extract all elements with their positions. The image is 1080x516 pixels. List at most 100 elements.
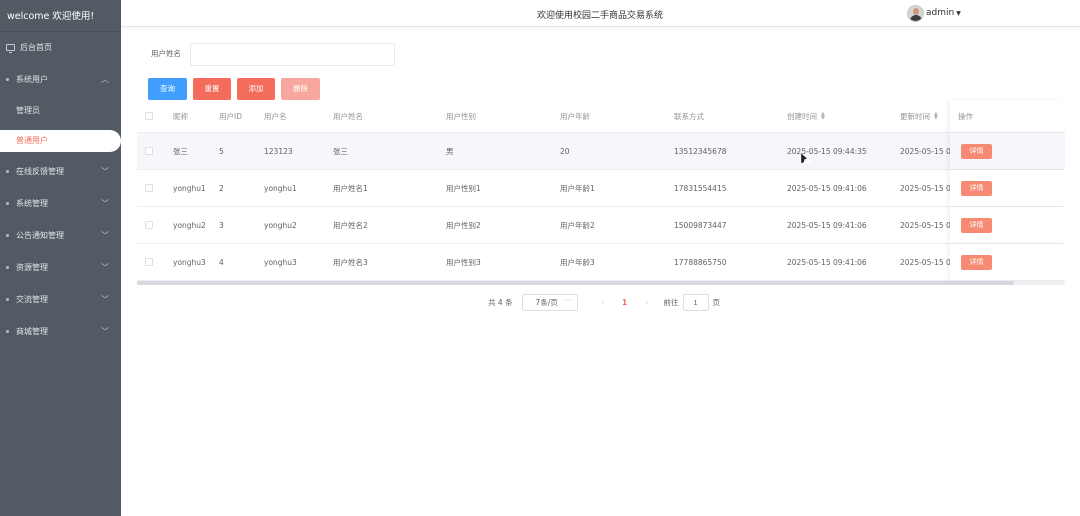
search-input[interactable] [190,43,395,66]
avatar[interactable] [907,4,924,22]
sort-icon[interactable]: ▲ ▼ [821,112,825,121]
sort-icon[interactable]: ▲ ▼ [934,112,938,121]
reset-button[interactable]: 重置 [193,78,231,100]
row-select-cell[interactable] [145,244,153,280]
cell-age: 20 [560,146,570,156]
cell-actions: 详情 [950,244,1065,280]
row-checkbox[interactable] [145,221,153,229]
username[interactable]: admin [926,8,954,18]
detail-button[interactable]: 详情 [961,180,992,196]
row-select-cell[interactable] [145,207,153,243]
cell-created: 2025-05-15 09:41:06 [787,183,867,193]
sidebar-subitem-normal-users[interactable]: 普通用户 [0,130,121,152]
cell-user-id: 4 [219,257,224,267]
table-row[interactable]: 张三 5 123123 张三 男 20 13512345678 2025-05-… [137,133,1065,170]
sidebar-item-system-users[interactable]: 系统用户 ︿ [0,64,121,96]
table-row[interactable]: yonghu1 2 yonghu1 用户姓名1 用户性别1 用户年龄1 1783… [137,170,1065,207]
pagination: 共 4 条 7条/页 ﹀ ‹ 1 › 前往 页 [488,293,720,312]
avatar-face [913,7,919,15]
sidebar-item-label: 交流管理 [16,295,48,304]
goto-suffix: 页 [712,298,721,307]
page-size-value: 7条/页 [535,298,558,307]
sidebar-item-home[interactable]: 后台首页 [0,32,121,64]
sidebar-item-label: 公告通知管理 [16,231,64,240]
cell-gender: 男 [446,146,454,156]
bullet-icon [6,266,9,269]
column-header-label: 创建时间 [787,111,817,121]
column-header-gender: 用户性别 [446,111,476,121]
sidebar-subitem-admins[interactable]: 管理员 [0,96,121,126]
column-header-nickname: 昵称 [173,111,188,121]
page-size-select[interactable]: 7条/页 ﹀ [521,294,578,311]
chevron-down-icon: ﹀ [101,263,109,272]
sidebar-item-resources[interactable]: 资源管理 ﹀ [0,252,121,284]
chevron-left-icon[interactable]: ‹ [592,298,614,307]
sidebar-item-exchange[interactable]: 交流管理 ﹀ [0,284,121,316]
cell-username: 123123 [264,146,293,156]
cell-user-id: 2 [219,183,224,193]
cell-user-id: 3 [219,220,224,230]
bullet-icon [6,170,9,173]
query-button[interactable]: 查询 [148,78,187,100]
detail-button[interactable]: 详情 [961,254,992,270]
sidebar-item-label: 商城管理 [16,327,48,336]
select-all-checkbox[interactable] [145,112,153,120]
chevron-down-icon: ﹀ [101,199,109,208]
cell-created: 2025-05-15 09:44:35 [787,146,867,156]
sidebar-item-label: 后台首页 [20,43,52,52]
row-checkbox[interactable] [145,184,153,192]
chevron-down-icon: ﹀ [101,295,109,304]
cell-user-id: 5 [219,146,224,156]
caret-down-icon[interactable]: ▼ [956,10,961,17]
cell-gender: 用户性别1 [446,183,481,193]
scrollbar-thumb[interactable] [137,281,1014,285]
cell-actions: 详情 [950,133,1065,169]
chevron-right-icon[interactable]: › [636,298,658,307]
chevron-down-icon: ﹀ [101,231,109,240]
detail-button[interactable]: 详情 [961,143,992,159]
row-checkbox[interactable] [145,258,153,266]
cell-updated: 2025-05-15 09 [900,257,950,267]
select-all-cell[interactable] [145,100,153,132]
sidebar-item-notices[interactable]: 公告通知管理 ﹀ [0,220,121,252]
add-button[interactable]: 添加 [237,78,275,100]
sidebar-item-feedback[interactable]: 在线反馈管理 ﹀ [0,156,121,188]
cell-created: 2025-05-15 09:41:06 [787,257,867,267]
table-row[interactable]: yonghu2 3 yonghu2 用户姓名2 用户性别2 用户年龄2 1500… [137,207,1065,244]
delete-button[interactable]: 删除 [281,78,320,100]
column-header-username: 用户名 [264,111,287,121]
sidebar-item-label: 资源管理 [16,263,48,272]
pagination-page[interactable]: 1 [614,298,636,307]
cell-age: 用户年龄3 [560,257,595,267]
cell-contact: 17788865750 [674,257,727,267]
users-table: 昵称 用户ID 用户名 用户姓名 用户性别 用户年龄 联系方式 创建时间 ▲ ▼ … [137,100,1065,281]
sidebar-item-mall[interactable]: 商城管理 ﹀ [0,316,121,348]
column-header-user-id: 用户ID [219,111,242,121]
chevron-up-icon: ︿ [101,75,109,84]
cell-username: yonghu3 [264,257,297,267]
table-header: 昵称 用户ID 用户名 用户姓名 用户性别 用户年龄 联系方式 创建时间 ▲ ▼ … [137,100,1065,133]
row-select-cell[interactable] [145,133,153,169]
column-header-actions: 操作 [950,100,1065,132]
horizontal-scrollbar[interactable] [137,281,1065,285]
goto-prefix: 前往 [663,298,679,307]
cell-age: 用户年龄2 [560,220,595,230]
row-checkbox[interactable] [145,147,153,155]
cell-gender: 用户性别3 [446,257,481,267]
cell-realname: 用户姓名2 [333,220,368,230]
sidebar-item-system[interactable]: 系统管理 ﹀ [0,188,121,220]
table-row[interactable]: yonghu3 4 yonghu3 用户姓名3 用户性别3 用户年龄3 1778… [137,244,1065,281]
row-select-cell[interactable] [145,170,153,206]
column-header-created[interactable]: 创建时间 ▲ ▼ [787,100,825,132]
bullet-icon [6,298,9,301]
detail-button[interactable]: 详情 [961,217,992,233]
goto-page-input[interactable] [682,294,709,311]
cell-updated: 2025-05-15 09 [900,146,950,156]
cell-gender: 用户性别2 [446,220,481,230]
cell-created: 2025-05-15 09:41:06 [787,220,867,230]
cell-updated: 2025-05-15 09 [900,220,950,230]
monitor-icon [6,44,15,53]
column-header-updated[interactable]: 更新时间 ▲ ▼ [900,100,938,132]
column-header-realname: 用户姓名 [333,111,363,121]
user-menu[interactable]: admin ▼ [907,4,961,22]
